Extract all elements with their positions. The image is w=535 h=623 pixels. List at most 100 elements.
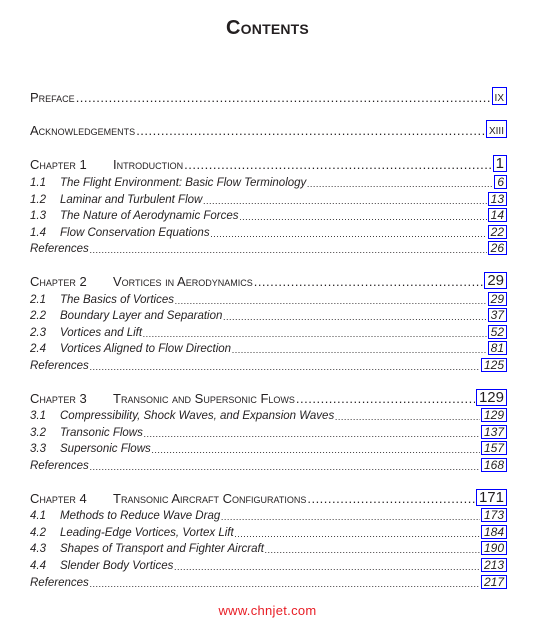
dot-leader [152,443,480,455]
section-number: 2.3 [30,327,46,339]
page-link[interactable]: 173 [480,508,507,522]
section-title: References [30,360,89,372]
toc-chapter-1[interactable]: Chapter 1 Introduction 1 [30,155,507,172]
page-link[interactable]: 137 [480,425,507,439]
toc-section[interactable]: 2.1 The Basics of Vortices 29 [30,291,507,306]
page-link[interactable]: 81 [487,341,507,355]
page-link[interactable]: 1 [492,155,507,172]
section-title: Compressibility, Shock Waves, and Expans… [60,410,335,422]
toc-section[interactable]: 2.3 Vortices and Lift 52 [30,324,507,339]
page-link[interactable]: 26 [487,241,507,255]
page-link[interactable]: 29 [484,272,507,289]
page-link[interactable]: 125 [480,358,507,372]
section-number: 2.4 [30,343,46,355]
toc-section[interactable]: 1.3 The Nature of Aerodynamic Forces 14 [30,207,507,222]
chapter-title: Transonic and Supersonic Flows [113,391,295,406]
dot-leader [174,560,480,572]
section-title: Boundary Layer and Separation [60,310,223,322]
toc-references[interactable]: References 168 [30,457,507,472]
page-link[interactable]: 129 [475,389,507,406]
section-number: 2.1 [30,294,46,306]
dot-leader [307,177,493,189]
toc-chapter-4[interactable]: Chapter 4 Transonic Aircraft Configuratio… [30,489,507,506]
toc-section[interactable]: 2.2 Boundary Layer and Separation 37 [30,307,507,322]
section-title: The Basics of Vortices [60,294,174,306]
section-title: Vortices Aligned to Flow Direction [60,343,232,355]
section-title: References [30,460,89,472]
page-link[interactable]: 29 [487,292,507,306]
section-title: Flow Conservation Equations [60,227,210,239]
section-title: The Flight Environment: Basic Flow Termi… [60,177,307,189]
page-link[interactable]: 184 [480,525,507,539]
chapter-number: Chapter 2 [30,274,87,289]
section-number: 4.3 [30,543,46,555]
section-title: References [30,577,89,589]
page-link[interactable]: 6 [494,175,507,189]
toc-section[interactable]: 3.2 Transonic Flows 137 [30,424,507,439]
section-title: Shapes of Transport and Fighter Aircraft [60,543,264,555]
page-link[interactable]: 37 [487,308,507,322]
page-link[interactable]: 14 [487,208,507,222]
section-number: 1.3 [30,210,46,222]
page-link[interactable]: xiii [485,120,507,138]
chapter-number: Chapter 3 [30,391,87,406]
dot-leader [90,243,487,255]
dot-leader [203,194,486,206]
toc-section[interactable]: 2.4 Vortices Aligned to Flow Direction 81 [30,340,507,355]
page-link[interactable]: 129 [480,408,507,422]
dot-leader [265,543,480,555]
toc-section[interactable]: 4.2 Leading-Edge Vortices, Vortex Lift 184 [30,524,507,539]
page-link[interactable]: 171 [475,489,507,506]
chapter-title: Vortices in Aerodynamics [113,274,253,289]
section-title: Methods to Reduce Wave Drag [60,510,221,522]
dot-leader [296,392,475,406]
dot-leader [307,492,475,506]
toc-section[interactable]: 4.4 Slender Body Vortices 213 [30,557,507,572]
page-link[interactable]: 217 [480,575,507,589]
page-link[interactable]: 168 [480,458,507,472]
page-link[interactable]: 13 [487,192,507,206]
section-number: 3.2 [30,427,46,439]
toc-chapter-3[interactable]: Chapter 3 Transonic and Supersonic Flows … [30,389,507,406]
toc-entry-preface[interactable]: Preface ix [30,87,507,105]
page-link[interactable]: 190 [480,541,507,555]
page-link[interactable]: 157 [480,441,507,455]
toc-entry-acknowledgements[interactable]: Acknowledgements xiii [30,120,507,138]
page-link[interactable]: 213 [480,558,507,572]
toc-section[interactable]: 4.3 Shapes of Transport and Fighter Aircr… [30,540,507,555]
toc-section[interactable]: 1.4 Flow Conservation Equations 22 [30,224,507,239]
toc-label: Preface [30,90,75,105]
dot-leader [221,510,480,522]
page-link[interactable]: 52 [487,325,507,339]
section-title: Slender Body Vortices [60,560,174,572]
toc-section[interactable]: 1.2 Laminar and Turbulent Flow 13 [30,191,507,206]
section-number: 3.1 [30,410,46,422]
dot-leader [223,310,486,322]
toc-references[interactable]: References 125 [30,357,507,372]
toc-references[interactable]: References 217 [30,574,507,589]
chapter-title: Introduction [113,157,184,172]
dot-leader [90,460,480,472]
dot-leader [240,210,487,222]
chapter-title: Transonic Aircraft Configurations [113,491,307,506]
toc-label: Acknowledgements [30,123,136,138]
section-title: References [30,243,89,255]
section-number: 4.4 [30,560,46,572]
toc-references[interactable]: References 26 [30,240,507,255]
dot-leader [76,91,491,105]
section-number: 4.2 [30,527,46,539]
toc-chapter-2[interactable]: Chapter 2 Vortices in Aerodynamics 29 [30,272,507,289]
chapter-number: Chapter 4 [30,491,87,506]
section-title: Laminar and Turbulent Flow [60,194,203,206]
toc-section[interactable]: 4.1 Methods to Reduce Wave Drag 173 [30,507,507,522]
page-link[interactable]: 22 [487,225,507,239]
section-number: 2.2 [30,310,46,322]
toc-section[interactable]: 3.1 Compressibility, Shock Waves, and Exp… [30,407,507,422]
toc-section[interactable]: 1.1 The Flight Environment: Basic Flow Te… [30,174,507,189]
section-title: Vortices and Lift [60,327,143,339]
toc-section[interactable]: 3.3 Supersonic Flows 157 [30,440,507,455]
section-title: Supersonic Flows [60,443,151,455]
dot-leader [144,427,480,439]
page-link[interactable]: ix [491,87,507,105]
watermark: www.chnjet.com [218,603,317,618]
